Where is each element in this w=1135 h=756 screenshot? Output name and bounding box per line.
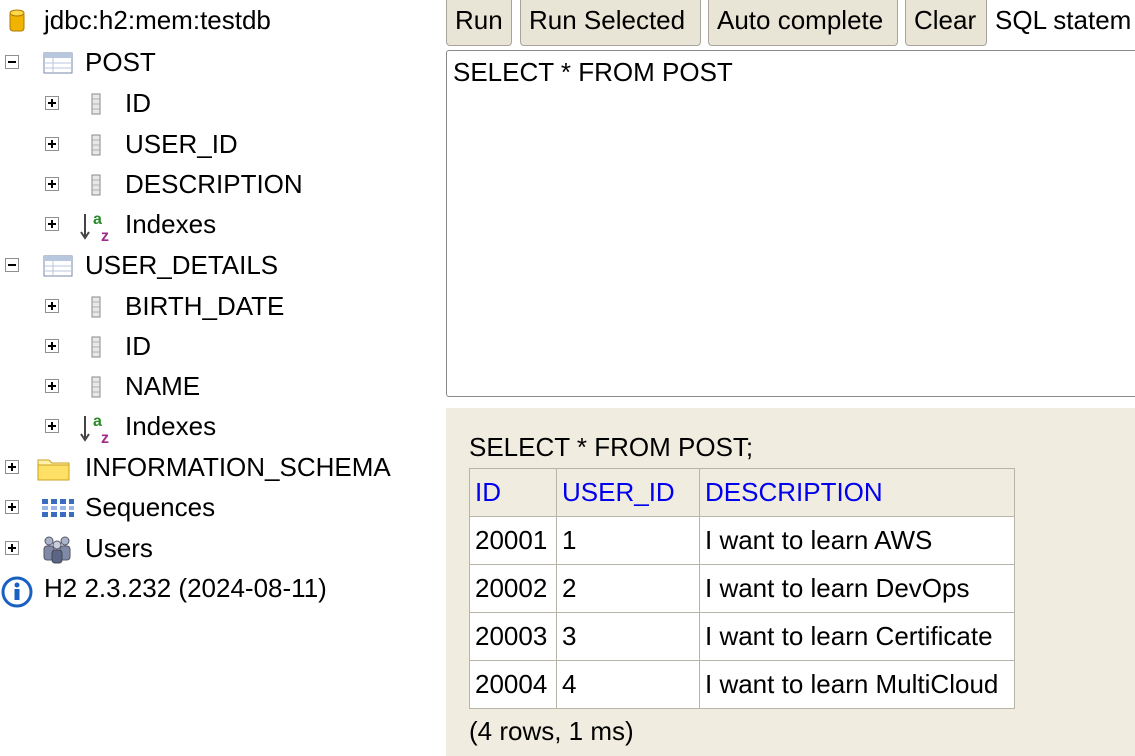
cell-description: I want to learn Certificate <box>699 612 1015 661</box>
cell-id: 20004 <box>469 660 557 709</box>
table-row: 20001 1 I want to learn AWS <box>469 516 1015 565</box>
table-name: POST <box>85 47 156 77</box>
sql-text[interactable]: SELECT * FROM POST <box>453 57 733 87</box>
indexes-label: Indexes <box>125 209 217 239</box>
svg-text:a: a <box>93 211 102 228</box>
svg-text:z: z <box>101 228 109 242</box>
folder-icon <box>37 459 70 481</box>
column-name: ID <box>125 331 151 361</box>
cell-description: I want to learn DevOps <box>699 564 1015 613</box>
version-label: H2 2.3.232 (2024-08-11) <box>44 573 327 603</box>
expand-icon[interactable] <box>5 541 19 555</box>
expand-icon[interactable] <box>45 379 59 393</box>
column-header-id[interactable]: ID <box>469 468 557 517</box>
expand-icon[interactable] <box>5 460 19 474</box>
result-table: ID USER_ID DESCRIPTION 20001 1 I want to… <box>469 468 1015 709</box>
cell-user-id: 1 <box>556 516 700 565</box>
cell-id: 20002 <box>469 564 557 613</box>
expand-icon[interactable] <box>45 96 59 110</box>
expand-icon[interactable] <box>45 137 59 151</box>
cell-user-id: 4 <box>556 660 700 709</box>
schema-label: INFORMATION_SCHEMA <box>85 452 391 482</box>
expand-icon[interactable] <box>45 217 59 231</box>
object-tree: jdbc:h2:mem:testdb POST ID USER_ID DESCR… <box>0 0 440 756</box>
column-icon <box>91 134 101 156</box>
column-name: USER_ID <box>125 129 238 159</box>
sql-statement-label: SQL statem <box>995 5 1132 35</box>
column-name: NAME <box>125 371 201 401</box>
svg-text:z: z <box>101 430 109 444</box>
expand-icon[interactable] <box>45 419 59 433</box>
collapse-icon[interactable] <box>5 55 19 69</box>
sql-editor[interactable]: SELECT * FROM POST <box>446 50 1135 397</box>
expand-icon[interactable] <box>45 339 59 353</box>
expand-icon[interactable] <box>45 299 59 313</box>
column-icon <box>91 336 101 358</box>
column-header-description[interactable]: DESCRIPTION <box>699 468 1015 517</box>
run-selected-button[interactable]: Run Selected <box>520 0 701 46</box>
result-footer: (4 rows, 1 ms) <box>469 716 634 746</box>
svg-text:a: a <box>93 413 102 430</box>
cell-description: I want to learn MultiCloud <box>699 660 1015 709</box>
cell-user-id: 2 <box>556 564 700 613</box>
cell-user-id: 3 <box>556 612 700 661</box>
connection-label: jdbc:h2:mem:testdb <box>44 5 271 35</box>
users-label: Users <box>85 533 153 563</box>
database-icon <box>9 9 25 32</box>
column-icon <box>91 296 101 318</box>
column-name: BIRTH_DATE <box>125 291 285 321</box>
expand-icon[interactable] <box>45 177 59 191</box>
column-name: DESCRIPTION <box>125 169 303 199</box>
sequences-label: Sequences <box>85 492 216 522</box>
expand-icon[interactable] <box>5 500 19 514</box>
column-icon <box>91 174 101 196</box>
table-row: 20002 2 I want to learn DevOps <box>469 564 1015 613</box>
result-statement: SELECT * FROM POST; <box>469 432 754 462</box>
sort-az-icon: a z <box>80 211 109 242</box>
sort-az-icon: a z <box>80 413 109 444</box>
info-icon <box>1 576 33 608</box>
column-icon <box>91 93 101 115</box>
column-icon <box>91 376 101 398</box>
table-row: 20004 4 I want to learn MultiCloud <box>469 660 1015 709</box>
column-name: ID <box>125 88 151 118</box>
table-icon <box>43 52 73 74</box>
auto-complete-button[interactable]: Auto complete <box>708 0 898 46</box>
table-row: 20003 3 I want to learn Certificate <box>469 612 1015 661</box>
cell-id: 20003 <box>469 612 557 661</box>
cell-description: I want to learn AWS <box>699 516 1015 565</box>
indexes-label: Indexes <box>125 411 217 441</box>
clear-button[interactable]: Clear <box>905 0 987 46</box>
table-header-row: ID USER_ID DESCRIPTION <box>469 468 1015 517</box>
table-name: USER_DETAILS <box>85 250 279 280</box>
users-icon <box>43 536 71 564</box>
cell-id: 20001 <box>469 516 557 565</box>
run-button[interactable]: Run <box>446 0 512 46</box>
sequence-icon <box>42 499 74 517</box>
table-icon <box>43 255 73 277</box>
result-panel: SELECT * FROM POST; ID USER_ID DESCRIPTI… <box>446 408 1135 756</box>
column-header-user-id[interactable]: USER_ID <box>556 468 700 517</box>
collapse-icon[interactable] <box>5 258 19 272</box>
